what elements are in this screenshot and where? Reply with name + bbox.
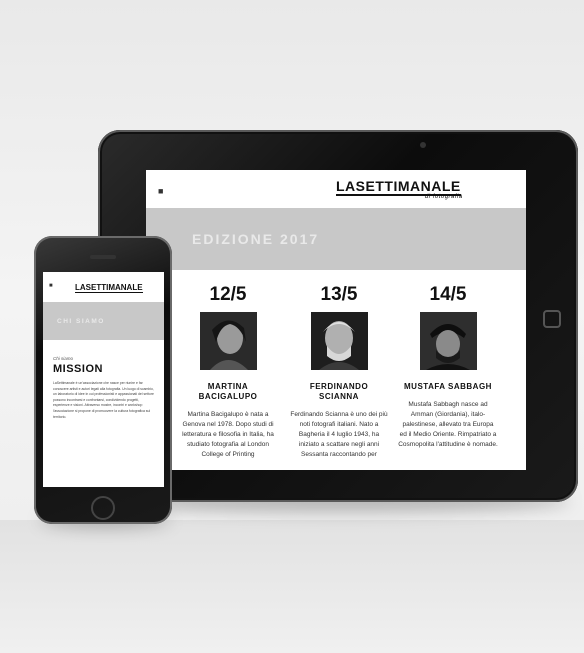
menu-icon[interactable]: ■: [158, 186, 163, 196]
menu-icon[interactable]: ■: [49, 283, 53, 289]
event-date: 14/5: [429, 284, 467, 305]
phone-header: ■ LASETTIMANALE: [43, 272, 164, 302]
section-text: LaSettimanale è un'associazione che nasc…: [53, 381, 154, 419]
edition-title: EDIZIONE 2017: [192, 231, 320, 247]
site-logo[interactable]: LASETTIMANALE: [75, 283, 143, 293]
photographers-list: 12/5 MARTINA BACIGALUPO Martina Bacigalu…: [146, 270, 526, 470]
tablet-home-button[interactable]: [543, 310, 561, 328]
photographer-name: MUSTAFA SABBAGH: [404, 382, 492, 391]
photographer-name: MARTINA BACIGALUPO: [198, 382, 258, 401]
photographer-card[interactable]: 14/5 MUSTAFA SABBAGH Mustafa Sabbagh nas…: [398, 284, 498, 450]
photographer-photo: [310, 312, 368, 370]
tablet-screen: ■ LASETTIMANALE di fotografia EDIZIONE 20…: [146, 170, 526, 470]
phone-screen: ■ LASETTIMANALE CHI SIAMO Chi siamo MISS…: [43, 272, 164, 487]
photographer-card[interactable]: 13/5 FERDINANDO SCIANNA Ferdinando Scian…: [289, 284, 389, 460]
site-logo-text: LASETTIMANALE: [336, 178, 461, 194]
event-date: 12/5: [209, 284, 247, 305]
site-logo[interactable]: LASETTIMANALE di fotografia: [336, 178, 462, 200]
mission-section: Chi siamo MISSION LaSettimanale è un'ass…: [43, 340, 164, 420]
floor-background: [0, 520, 584, 653]
photographer-name: FERDINANDO SCIANNA: [309, 382, 369, 401]
tablet-header: ■ LASETTIMANALE di fotografia: [146, 170, 526, 208]
event-date: 13/5: [320, 284, 358, 305]
tablet-camera: [420, 142, 426, 148]
phone-banner: CHI SIAMO: [43, 302, 164, 340]
photographer-bio: Ferdinando Scianna è uno dei più noti fo…: [290, 411, 388, 458]
phone-speaker: [90, 255, 116, 259]
banner-title: CHI SIAMO: [57, 317, 105, 325]
phone-device: ■ LASETTIMANALE CHI SIAMO Chi siamo MISS…: [34, 236, 172, 524]
photographer-photo: [199, 312, 257, 370]
photographer-photo: [419, 312, 477, 370]
logo-subtitle: di fotografia: [424, 194, 463, 200]
phone-home-button[interactable]: [91, 496, 115, 520]
photographer-card[interactable]: 12/5 MARTINA BACIGALUPO Martina Bacigalu…: [178, 284, 278, 460]
edition-banner: EDIZIONE 2017: [146, 208, 526, 270]
section-kicker: Chi siamo: [53, 356, 74, 361]
photographer-bio: Martina Bacigalupo è nata a Genova nel 1…: [182, 411, 274, 458]
photographer-bio: Mustafa Sabbagh nasce ad Amman (Giordani…: [398, 401, 498, 448]
section-title: MISSION: [53, 363, 103, 375]
